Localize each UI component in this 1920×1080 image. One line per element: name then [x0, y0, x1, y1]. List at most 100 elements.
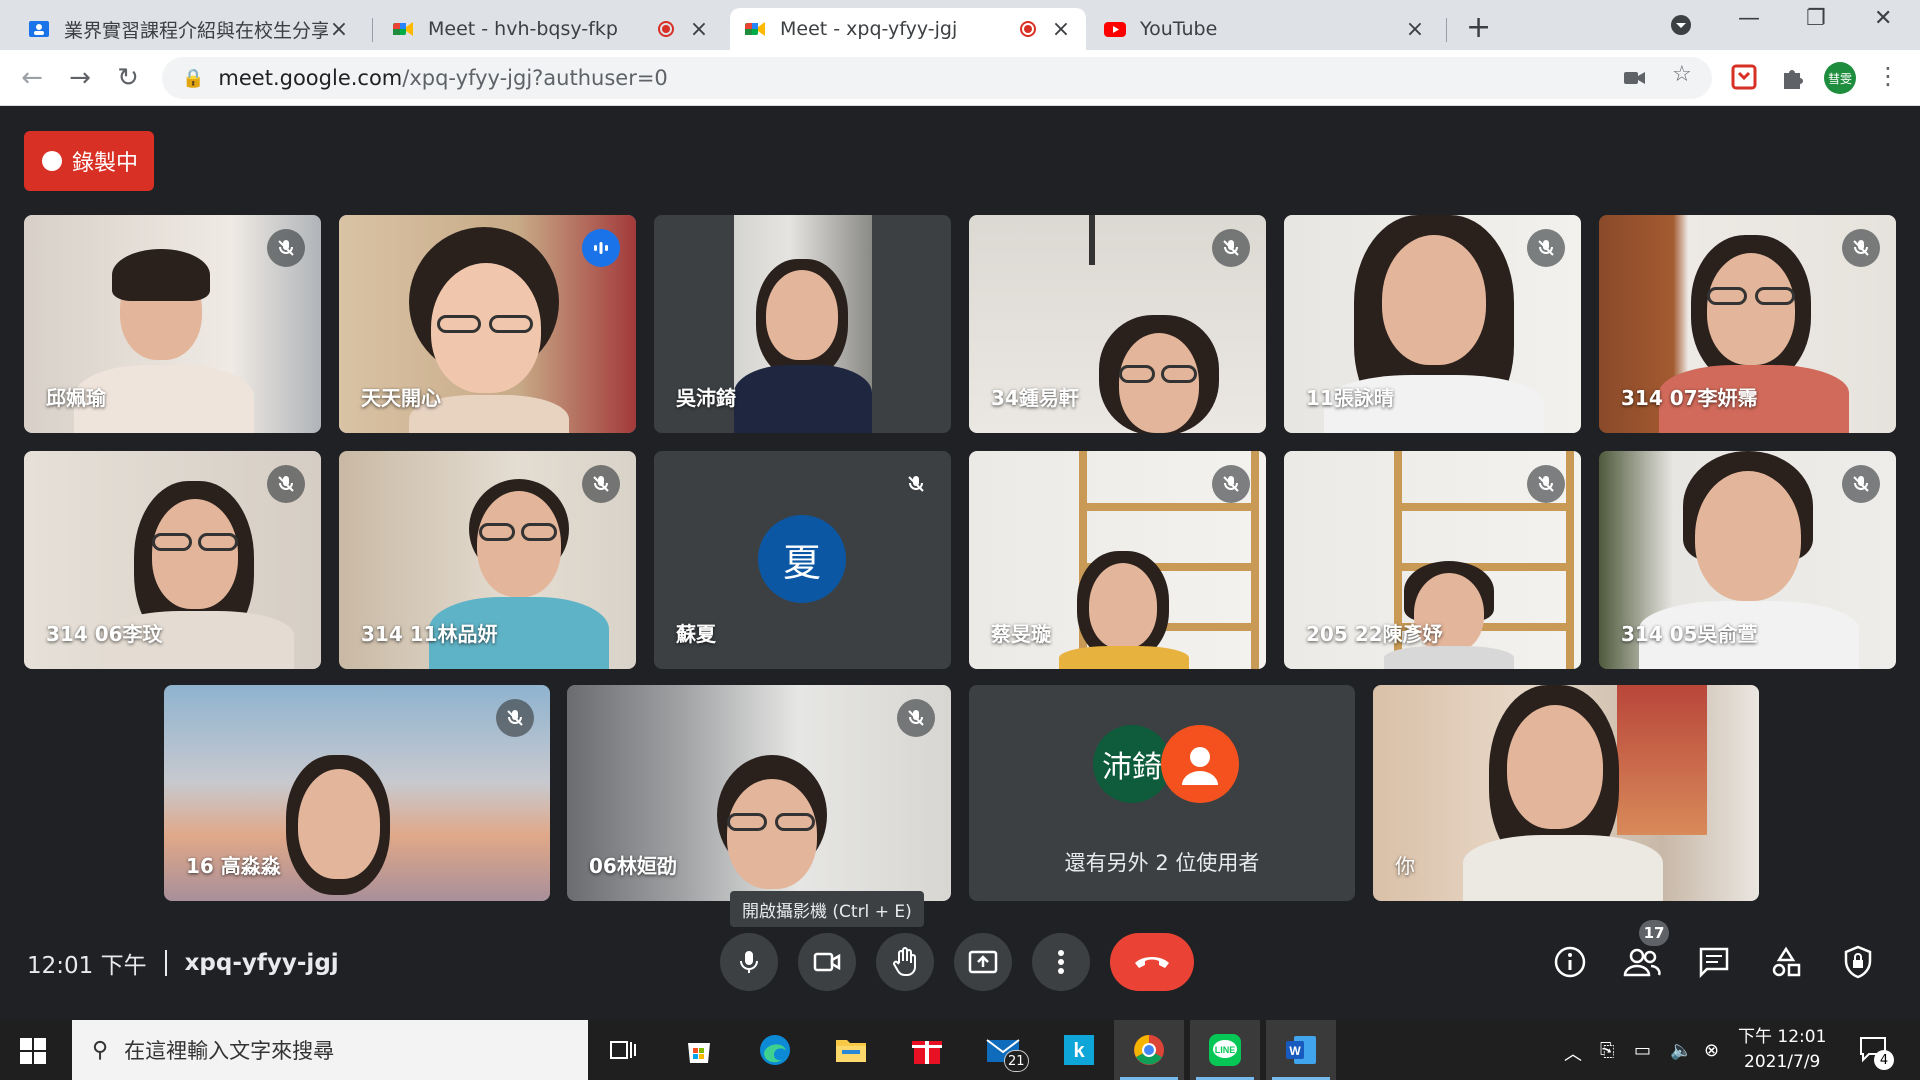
participant-tile[interactable]: 314 11林品妍	[339, 451, 636, 669]
people-button[interactable]	[1620, 940, 1664, 984]
more-options-button[interactable]	[1032, 933, 1090, 991]
notification-count: 4	[1874, 1050, 1894, 1070]
network-off-icon[interactable]: ⊗	[1704, 1040, 1719, 1061]
notifications-button[interactable]: 4	[1858, 1034, 1894, 1070]
meeting-details: 12:01 下午 xpq-yfyy-jgj	[27, 946, 339, 980]
participant-name: 34鍾易軒	[991, 386, 1079, 410]
present-icon	[968, 950, 998, 974]
close-icon[interactable]: ×	[1050, 17, 1072, 42]
battery-icon[interactable]: ▭	[1634, 1040, 1651, 1061]
minimize-icon[interactable]: —	[1738, 6, 1760, 31]
participant-tile[interactable]: 06林姮劭	[567, 685, 951, 901]
video-feed	[727, 813, 767, 831]
file-explorer-icon[interactable]	[816, 1020, 886, 1080]
line-icon[interactable]: LINE	[1190, 1020, 1260, 1080]
k-app-icon[interactable]: k	[1044, 1020, 1114, 1080]
participant-tile[interactable]: 邱姵瑜	[24, 215, 321, 433]
tray-chevron-icon[interactable]: ︿	[1564, 1040, 1582, 1066]
video-feed	[1384, 646, 1514, 669]
mic-button[interactable]	[720, 933, 778, 991]
tab-youtube[interactable]: YouTube ×	[1090, 8, 1440, 50]
forward-icon[interactable]: →	[62, 60, 98, 96]
recording-badge[interactable]: 錄製中	[24, 131, 154, 191]
address-bar[interactable]: 🔒 meet.google.com/xpq-yfyy-jgj?authuser=…	[162, 57, 1712, 99]
taskbar-search-input[interactable]: ⚲ 在這裡輸入文字來搜尋	[72, 1020, 588, 1080]
edge-browser-icon[interactable]	[740, 1020, 810, 1080]
word-icon[interactable]: W	[1266, 1020, 1336, 1080]
close-icon[interactable]: ×	[688, 17, 710, 42]
video-feed	[152, 499, 238, 609]
participant-tile[interactable]: 吳沛錡	[654, 215, 951, 433]
window-close-icon[interactable]: ✕	[1874, 6, 1892, 31]
mic-off-icon	[1527, 465, 1565, 503]
activities-button[interactable]	[1764, 940, 1808, 984]
others-tile[interactable]: 沛錡 還有另外 2 位使用者	[969, 685, 1355, 901]
task-view-icon[interactable]	[588, 1020, 658, 1080]
video-feed	[437, 315, 481, 333]
participant-tile[interactable]: 34鍾易軒	[969, 215, 1266, 433]
participant-tile[interactable]: 205 22陳彥妤	[1284, 451, 1581, 669]
raise-hand-button[interactable]	[876, 933, 934, 991]
meet-now-icon[interactable]: ⎘	[1600, 1040, 1614, 1061]
video-feed	[152, 533, 192, 551]
volume-icon[interactable]: 🔈	[1670, 1040, 1692, 1061]
new-tab-button[interactable]: +	[1466, 10, 1491, 45]
meeting-info-button[interactable]	[1548, 940, 1592, 984]
tab-search-icon[interactable]	[1670, 14, 1692, 36]
video-feed	[1119, 333, 1199, 433]
participant-tile[interactable]: 蔡旻璇	[969, 451, 1266, 669]
video-feed	[298, 769, 380, 879]
chrome-icon[interactable]	[1114, 1020, 1184, 1080]
mic-off-icon	[496, 699, 534, 737]
tab-meet-xpq[interactable]: Meet - xpq-yfyy-jgj ×	[730, 8, 1086, 50]
bookmark-star-icon[interactable]: ☆	[1672, 62, 1692, 87]
mail-icon[interactable]: 21	[968, 1020, 1038, 1080]
system-clock[interactable]: 下午 12:01 2021/7/9	[1738, 1025, 1826, 1075]
divider	[164, 950, 167, 976]
profile-avatar[interactable]: 彗雯	[1824, 62, 1856, 94]
video-feed	[1089, 563, 1157, 649]
back-icon[interactable]: ←	[14, 60, 50, 96]
camera-blocked-icon[interactable]	[1623, 68, 1647, 88]
chat-icon	[1699, 947, 1729, 978]
tab-title: Meet - xpq-yfyy-jgj	[780, 18, 958, 40]
host-controls-button[interactable]	[1836, 940, 1880, 984]
windows-start-icon[interactable]	[20, 1038, 46, 1064]
tab-divider	[372, 18, 373, 42]
tab-meet-hvh[interactable]: Meet - hvh-bqsy-fkp ×	[378, 8, 724, 50]
video-feed	[734, 365, 872, 433]
mic-off-icon	[897, 465, 935, 503]
camera-button[interactable]	[798, 933, 856, 991]
gift-app-icon[interactable]	[892, 1020, 962, 1080]
participant-name: 天天開心	[361, 386, 441, 410]
mic-off-icon	[1842, 465, 1880, 503]
close-icon[interactable]: ×	[1404, 17, 1426, 42]
participant-tile[interactable]: 314 05吳俞萱	[1599, 451, 1896, 669]
more-vert-icon	[1058, 950, 1064, 974]
participant-tile[interactable]: 天天開心	[339, 215, 636, 433]
video-feed	[1617, 685, 1707, 835]
chat-button[interactable]	[1692, 940, 1736, 984]
restore-icon[interactable]: ❐	[1806, 6, 1826, 31]
reload-icon[interactable]: ↻	[110, 60, 146, 96]
participant-tile[interactable]: 11張詠晴	[1284, 215, 1581, 433]
participant-tile[interactable]: 夏 蘇夏	[654, 451, 951, 669]
participant-name: 205 22陳彥妤	[1306, 622, 1443, 646]
close-icon[interactable]: ×	[328, 17, 350, 42]
tab-classroom[interactable]: 業界實習課程介紹與在校生分享 ×	[14, 8, 364, 50]
participant-tile[interactable]: 314 07李妍霈	[1599, 215, 1896, 433]
hand-icon	[893, 947, 916, 977]
self-tile[interactable]: 你	[1373, 685, 1759, 901]
extension-red-icon[interactable]	[1730, 63, 1758, 91]
extensions-puzzle-icon[interactable]	[1778, 63, 1806, 91]
participant-tile[interactable]: 314 06李玟	[24, 451, 321, 669]
chrome-menu-icon[interactable]: ⋮	[1876, 62, 1900, 90]
microsoft-store-icon[interactable]	[664, 1020, 734, 1080]
clock-time: 下午 12:01	[1738, 1027, 1827, 1047]
leave-call-button[interactable]	[1110, 933, 1194, 991]
participant-tile[interactable]: 16 高淼淼	[164, 685, 550, 901]
video-feed	[1755, 287, 1795, 305]
speaking-indicator-icon	[582, 229, 620, 267]
present-screen-button[interactable]	[954, 933, 1012, 991]
participant-name: 邱姵瑜	[46, 386, 106, 410]
